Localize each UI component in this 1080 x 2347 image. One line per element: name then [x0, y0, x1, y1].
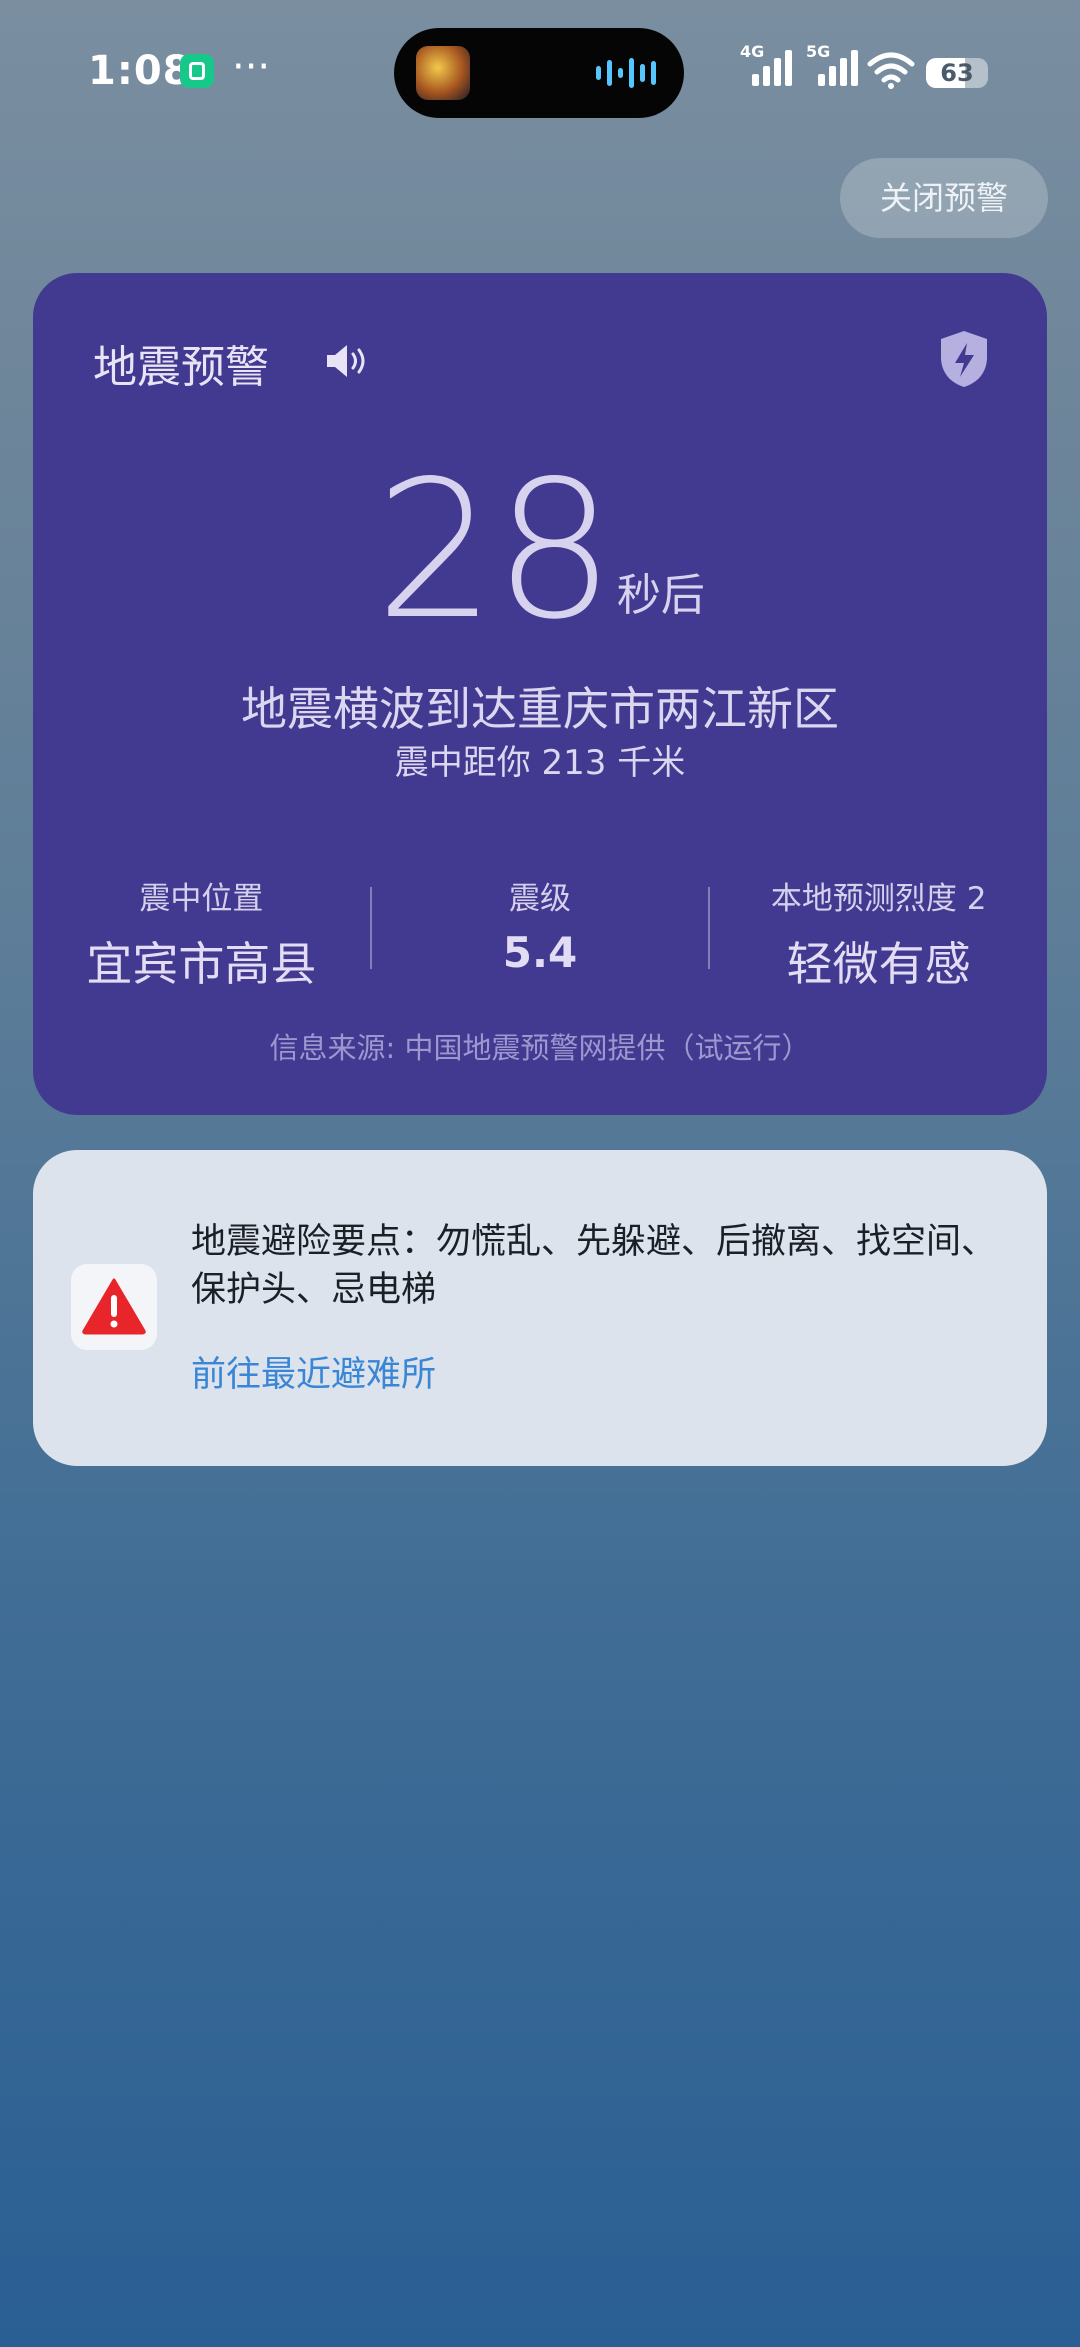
stat-magnitude: 震级 5.4: [372, 873, 709, 983]
alert-title: 地震预警: [93, 342, 269, 393]
countdown-unit: 秒后: [616, 570, 705, 621]
signal-icon: 4G: [740, 42, 792, 86]
signal-label-5g: 5G: [806, 42, 831, 61]
nearest-shelter-link[interactable]: 前往最近避难所: [191, 1346, 436, 1397]
arrival-text: 地震横波到达重庆市两江新区: [241, 682, 839, 736]
stat-value: 5.4: [502, 928, 578, 977]
countdown-number: 28: [375, 440, 615, 661]
stat-intensity: 本地预测烈度 2 轻微有感: [710, 873, 1047, 991]
dynamic-island[interactable]: [394, 28, 684, 118]
info-source: 信息来源: 中国地震预警网提供（试运行）: [269, 1031, 811, 1065]
warning-icon-tile: [71, 1264, 157, 1350]
shield-bolt-icon[interactable]: [937, 329, 991, 389]
stat-label: 震级: [509, 881, 571, 917]
app-thumbnail-icon[interactable]: [416, 46, 470, 100]
audio-wave-icon: [596, 58, 656, 88]
overflow-dots: ···: [232, 44, 271, 90]
earthquake-alert-card: 地震预警 28秒后 地震横波到达重庆市两江新区 震中距你 213 千米 震中位置…: [33, 273, 1047, 1115]
signal-icon: 5G: [806, 42, 858, 86]
distance-text: 震中距你 213 千米: [394, 743, 686, 783]
close-alert-button[interactable]: 关闭预警: [840, 158, 1048, 238]
stat-label: 本地预测烈度 2: [770, 881, 987, 917]
speaker-icon[interactable]: [323, 341, 373, 381]
stat-value: 轻微有感: [786, 937, 971, 991]
status-time: 1:08: [88, 48, 192, 94]
battery-level: 63: [940, 59, 974, 87]
countdown: 28秒后: [33, 451, 1047, 651]
signal-label-4g: 4G: [740, 42, 765, 61]
status-bar: 1:08 ··· 4G 5G 63: [0, 0, 1080, 140]
safety-tips-text: 地震避险要点：勿慌乱、先躲避、后撤离、找空间、保护头、忌电梯: [191, 1222, 997, 1310]
warning-triangle-icon: [82, 1278, 146, 1335]
battery-icon: 63: [926, 58, 988, 88]
safety-tips-card[interactable]: 地震避险要点：勿慌乱、先躲避、后撤离、找空间、保护头、忌电梯 前往最近避难所: [33, 1150, 1047, 1466]
stat-label: 震中位置: [139, 881, 264, 917]
mi-home-icon: [180, 54, 214, 88]
wifi-icon: [867, 52, 915, 89]
stat-value: 宜宾市高县: [86, 937, 317, 991]
alert-stats: 震中位置 宜宾市高县 震级 5.4 本地预测烈度 2 轻微有感: [33, 873, 1047, 991]
stat-epicenter: 震中位置 宜宾市高县: [33, 873, 370, 991]
